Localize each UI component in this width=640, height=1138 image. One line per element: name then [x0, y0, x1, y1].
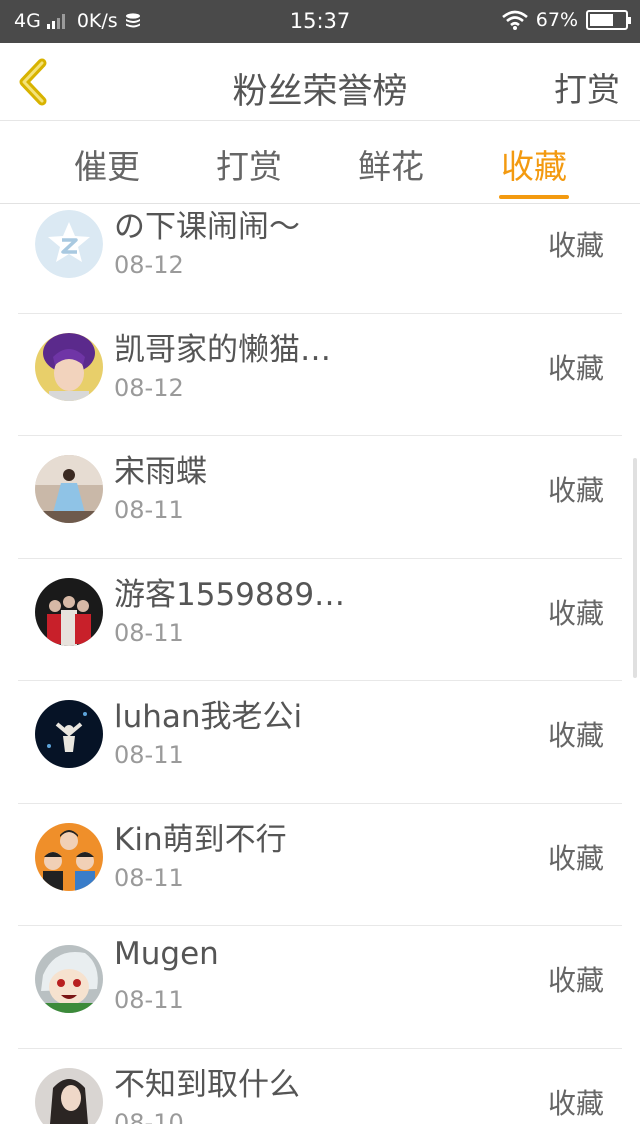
- fan-date: 08-12: [114, 251, 184, 279]
- fan-date: 08-11: [114, 496, 184, 524]
- user-photo-icon: [35, 577, 103, 646]
- back-button[interactable]: [14, 57, 54, 107]
- fan-date: 08-11: [114, 618, 184, 647]
- wifi-icon: [501, 10, 528, 30]
- avatar: [35, 1067, 103, 1124]
- avatar: [35, 210, 103, 278]
- fan-name: Kin萌到不行: [114, 821, 287, 858]
- tab-favorites[interactable]: 收藏: [469, 140, 599, 188]
- page-title: 粉丝荣誉榜: [232, 72, 408, 112]
- list-item[interactable]: Kin萌到不行 08-11 收藏: [18, 804, 622, 926]
- avatar: [35, 577, 103, 646]
- fan-name: 宋雨蝶: [114, 454, 207, 490]
- fan-date: 08-12: [114, 373, 184, 402]
- status-bar: 4G 0K/s 15:37 67%: [0, 0, 640, 43]
- user-photo-icon: [35, 332, 103, 401]
- chevron-left-icon: [19, 58, 47, 106]
- list-item[interactable]: luhan我老公i 08-11 收藏: [18, 681, 622, 804]
- fan-name: 凯哥家的懒猫…: [114, 331, 331, 368]
- avatar: [35, 945, 103, 1013]
- action-label: 收藏: [547, 719, 604, 752]
- fan-date: 08-11: [114, 741, 184, 769]
- action-label: 收藏: [547, 1086, 604, 1120]
- avatar: [35, 332, 103, 401]
- fan-name: 不知到取什么: [114, 1066, 300, 1103]
- action-label: 收藏: [547, 841, 604, 875]
- list-item[interactable]: 宋雨蝶 08-11 收藏: [18, 436, 622, 559]
- anime-avatar-icon: [35, 945, 103, 1013]
- list-item[interactable]: の下课闹闹～ 08-12 收藏: [18, 191, 622, 314]
- user-photo-icon: [35, 822, 103, 891]
- header: 粉丝荣誉榜 打赏: [0, 43, 640, 121]
- action-label: 收藏: [547, 474, 604, 507]
- fan-name: の下课闹闹～: [114, 209, 300, 245]
- avatar: [35, 455, 103, 523]
- list-item[interactable]: Mugen 08-11 收藏: [18, 926, 622, 1049]
- fan-name: Mugen: [114, 936, 219, 972]
- tab-flowers[interactable]: 鲜花: [326, 140, 456, 188]
- fan-list: の下课闹闹～ 08-12 收藏 凯哥家的懒猫… 08-12 收藏 宋雨蝶 08-…: [18, 191, 622, 1124]
- tab-reward[interactable]: 打赏: [184, 140, 314, 188]
- user-photo-icon: [35, 1067, 103, 1124]
- user-photo-icon: [35, 700, 103, 768]
- reward-button[interactable]: 打赏: [554, 63, 620, 111]
- action-label: 收藏: [547, 351, 604, 385]
- fan-name: luhan我老公i: [114, 699, 303, 735]
- tab-urge[interactable]: 催更: [42, 140, 172, 188]
- avatar: [35, 700, 103, 768]
- battery-percent: 67%: [535, 9, 578, 31]
- battery-icon: [586, 10, 631, 30]
- status-right: 67%: [501, 9, 631, 31]
- fan-date: 08-11: [114, 863, 184, 892]
- fan-name: 游客1559889…: [114, 576, 346, 613]
- action-label: 收藏: [547, 596, 604, 630]
- list-item[interactable]: 不知到取什么 08-10 收藏: [18, 1049, 622, 1125]
- action-label: 收藏: [547, 229, 604, 262]
- list-item[interactable]: 凯哥家的懒猫… 08-12 收藏: [18, 314, 622, 436]
- scrollbar[interactable]: [633, 458, 637, 678]
- default-qq-avatar-icon: [35, 210, 103, 278]
- user-photo-icon: [35, 455, 103, 523]
- action-label: 收藏: [547, 964, 604, 997]
- avatar: [35, 822, 103, 891]
- fan-date: 08-11: [114, 986, 184, 1014]
- list-item[interactable]: 游客1559889… 08-11 收藏: [18, 559, 622, 681]
- fan-date: 08-10: [114, 1108, 184, 1125]
